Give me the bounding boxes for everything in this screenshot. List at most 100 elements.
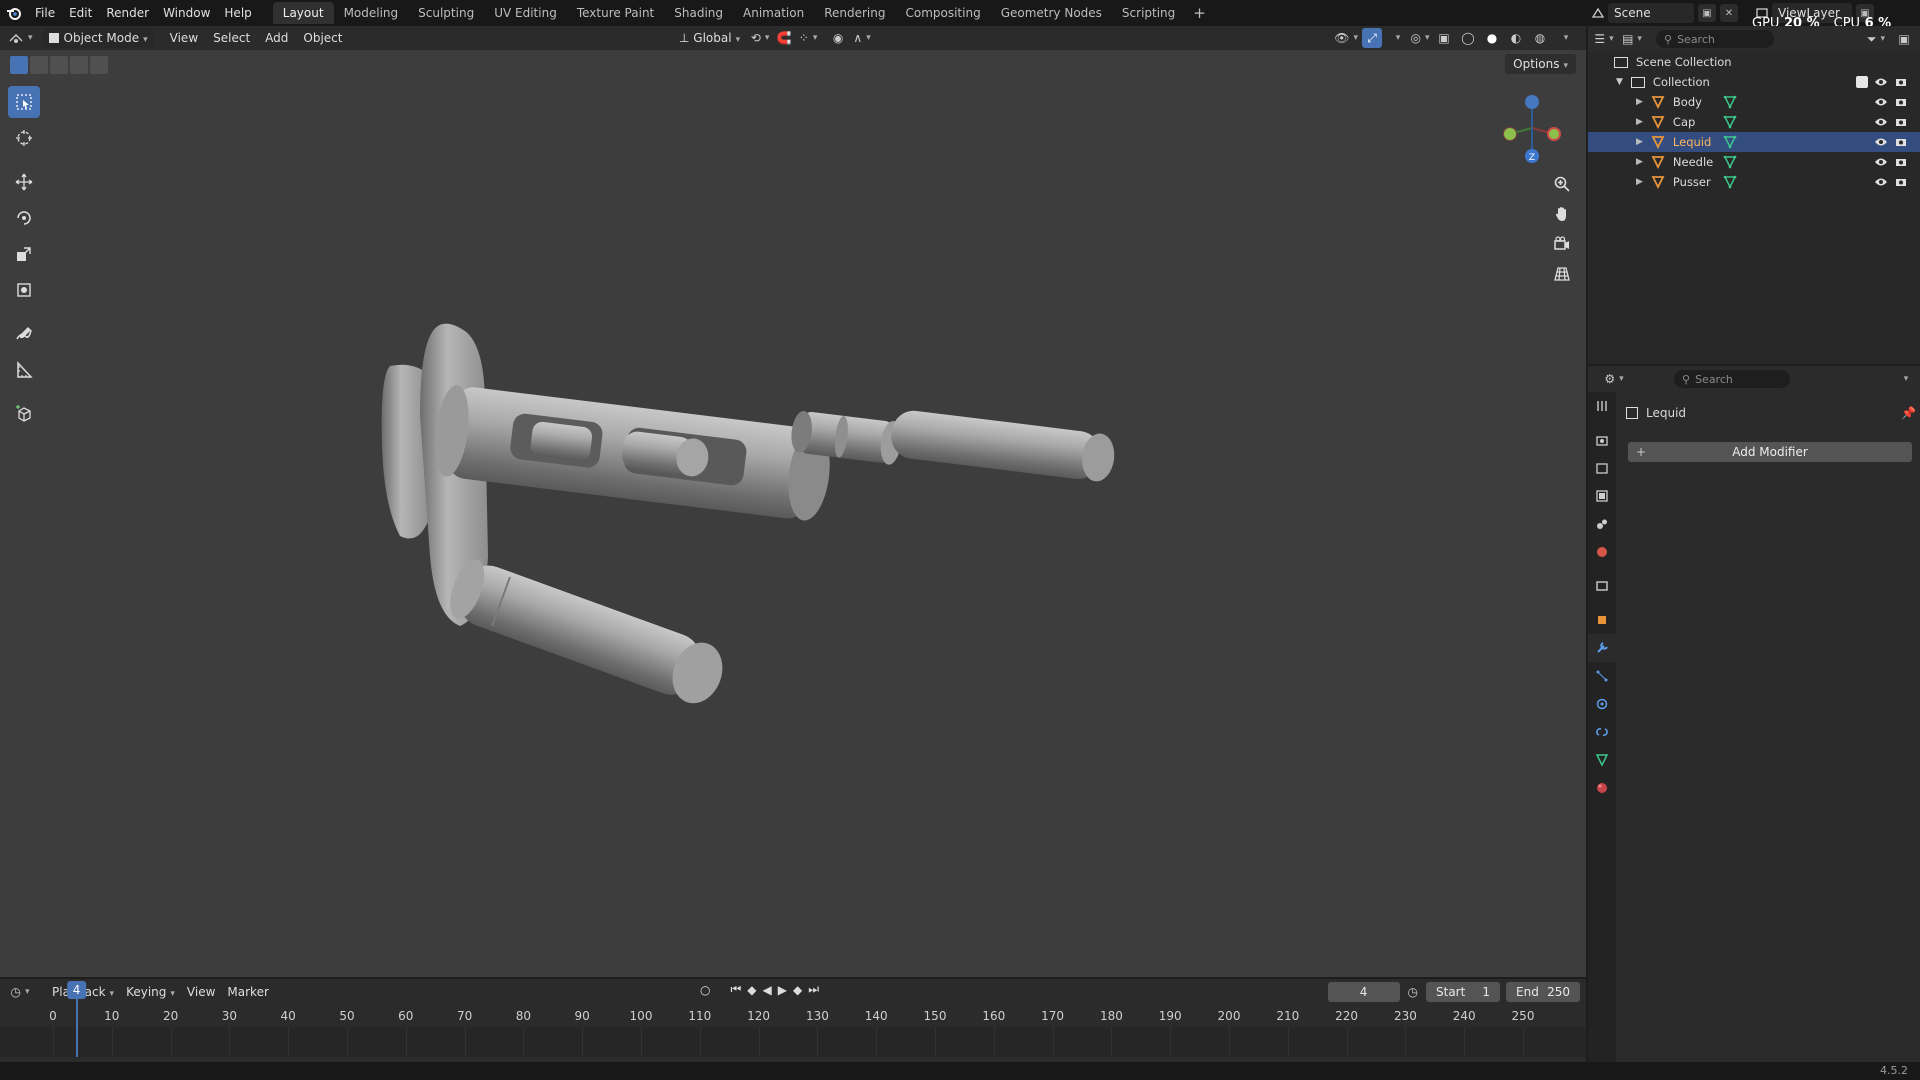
zoom-icon[interactable] xyxy=(1548,170,1576,198)
cursor-tool-icon[interactable] xyxy=(8,122,40,154)
measure-tool-icon[interactable] xyxy=(8,354,40,386)
playhead-frame-label[interactable]: 4 xyxy=(66,981,87,999)
menu-file[interactable]: File xyxy=(28,0,62,26)
3d-viewport[interactable]: ▾ Object Mode ▾ View Select Add Object ⊥ … xyxy=(0,26,1586,977)
menu-keying[interactable]: Keying ▾ xyxy=(120,985,181,999)
snap-icon[interactable]: 🧲 xyxy=(774,28,794,48)
menu-help[interactable]: Help xyxy=(217,0,258,26)
tab-scripting[interactable]: Scripting xyxy=(1112,2,1185,24)
menu-timeline-view[interactable]: View xyxy=(181,985,221,999)
menu-add[interactable]: Add xyxy=(259,28,294,48)
data-tab-icon[interactable] xyxy=(1588,746,1616,774)
perspective-grid-icon[interactable] xyxy=(1548,260,1576,288)
shading-options-icon[interactable]: ▾ xyxy=(1554,28,1574,48)
expand-object-icon[interactable]: ▶ xyxy=(1636,97,1643,107)
camera-view-icon[interactable] xyxy=(1548,230,1576,258)
menu-edit[interactable]: Edit xyxy=(62,0,99,26)
xray-icon[interactable]: ▣ xyxy=(1434,28,1454,48)
object-visibility-eye-icon[interactable] xyxy=(1874,115,1888,129)
tab-texture-paint[interactable]: Texture Paint xyxy=(567,2,664,24)
outliner-object-row[interactable]: ▶ Pusser xyxy=(1588,172,1920,192)
expand-object-icon[interactable]: ▶ xyxy=(1636,117,1643,127)
select-invert-icon[interactable] xyxy=(70,56,88,74)
mesh-data-icon[interactable] xyxy=(1723,95,1737,109)
use-preview-range-icon[interactable]: ◷ xyxy=(1408,985,1418,999)
tab-shading[interactable]: Shading xyxy=(664,2,733,24)
outliner-object-row[interactable]: ▶ Body xyxy=(1588,92,1920,112)
menu-marker[interactable]: Marker xyxy=(221,985,274,999)
new-scene-icon[interactable]: ▣ xyxy=(1698,4,1716,22)
material-shading-icon[interactable]: ◐ xyxy=(1506,28,1526,48)
select-box-tool-icon[interactable] xyxy=(8,86,40,118)
view-layer-tab-icon[interactable] xyxy=(1588,482,1616,510)
object-render-camera-icon[interactable] xyxy=(1894,115,1908,129)
overlays-icon[interactable]: ◎ ▾ xyxy=(1410,28,1430,48)
filter-icon[interactable]: ⏷ ▾ xyxy=(1866,29,1886,49)
physics-tab-icon[interactable] xyxy=(1588,690,1616,718)
auto-keying-icon[interactable]: ○ xyxy=(700,983,710,997)
play-icon[interactable]: ▶ xyxy=(778,983,787,997)
object-visibility-eye-icon[interactable] xyxy=(1874,155,1888,169)
outliner-collection[interactable]: ▼ Collection xyxy=(1588,72,1920,92)
add-modifier-button[interactable]: + Add Modifier xyxy=(1628,442,1912,462)
mesh-data-icon[interactable] xyxy=(1723,155,1737,169)
new-collection-icon[interactable]: ▣ xyxy=(1894,29,1914,49)
object-render-camera-icon[interactable] xyxy=(1894,135,1908,149)
object-visibility-eye-icon[interactable] xyxy=(1874,135,1888,149)
solid-shading-icon[interactable]: ● xyxy=(1482,28,1502,48)
wireframe-shading-icon[interactable]: ◯ xyxy=(1458,28,1478,48)
outliner-editor[interactable]: ☰ ▾ ▤ ▾ ⚲ Search ⏷ ▾ ▣ Scene Collection ▼ Co… xyxy=(1588,26,1920,364)
particles-tab-icon[interactable] xyxy=(1588,662,1616,690)
viewport-options-dropdown[interactable]: Options ▾ xyxy=(1505,54,1576,74)
mesh-data-icon[interactable] xyxy=(1723,135,1737,149)
navigation-gizmo[interactable]: Z xyxy=(1490,84,1570,164)
expand-object-icon[interactable]: ▶ xyxy=(1636,157,1643,167)
delete-scene-icon[interactable]: ✕ xyxy=(1720,4,1738,22)
mesh-data-icon[interactable] xyxy=(1723,115,1737,129)
collection-visibility-eye-icon[interactable] xyxy=(1874,75,1888,89)
object-visibility-eye-icon[interactable] xyxy=(1874,175,1888,189)
scene-icon[interactable] xyxy=(1588,3,1608,23)
keyframe-track[interactable] xyxy=(0,1027,1586,1057)
scene-tab-icon[interactable] xyxy=(1588,510,1616,538)
annotate-tool-icon[interactable] xyxy=(8,318,40,350)
properties-editor[interactable]: ⚙ ▾ ⚲ Search ▾ Lequid 📌 + Add Modifier xyxy=(1588,366,1920,1062)
jump-to-start-icon[interactable]: ⏮ xyxy=(730,982,741,997)
properties-editor-type-icon[interactable]: ⚙ ▾ xyxy=(1604,369,1624,389)
timeline-editor[interactable]: ◷▾ Playback▾ Keying▾ View Marker ○ ⏮ ◆ ◀… xyxy=(0,979,1586,1062)
tab-geometry-nodes[interactable]: Geometry Nodes xyxy=(991,2,1112,24)
add-workspace-button[interactable]: + xyxy=(1185,4,1214,22)
select-new-icon[interactable] xyxy=(10,56,28,74)
properties-options-icon[interactable]: ▾ xyxy=(1894,369,1914,389)
expand-object-icon[interactable]: ▶ xyxy=(1636,137,1643,147)
jump-to-end-icon[interactable]: ⏭ xyxy=(808,982,819,997)
outliner-scene-collection[interactable]: Scene Collection xyxy=(1588,52,1920,72)
current-frame-field[interactable]: 4 xyxy=(1327,982,1400,1002)
rendered-shading-icon[interactable]: ◍ xyxy=(1530,28,1550,48)
gizmo-y-positive-handle[interactable] xyxy=(1525,95,1539,109)
constraints-tab-icon[interactable] xyxy=(1588,718,1616,746)
object-render-camera-icon[interactable] xyxy=(1894,155,1908,169)
output-tab-icon[interactable] xyxy=(1588,454,1616,482)
transform-orientation-dropdown[interactable]: ⊥ Global ▾ xyxy=(673,28,746,48)
tab-sculpting[interactable]: Sculpting xyxy=(408,2,484,24)
transform-tool-icon[interactable] xyxy=(8,274,40,306)
collapse-collection-icon[interactable]: ▼ xyxy=(1616,77,1623,87)
select-subtract-icon[interactable] xyxy=(50,56,68,74)
object-visibility-eye-icon[interactable] xyxy=(1874,95,1888,109)
menu-select[interactable]: Select xyxy=(207,28,256,48)
outliner-object-row[interactable]: ▶ Needle xyxy=(1588,152,1920,172)
scale-tool-icon[interactable] xyxy=(8,238,40,270)
menu-view[interactable]: View xyxy=(164,28,204,48)
tab-layout[interactable]: Layout xyxy=(272,2,334,24)
syringe-model[interactable] xyxy=(360,296,1140,796)
outliner-object-row[interactable]: ▶ Cap xyxy=(1588,112,1920,132)
menu-window[interactable]: Window xyxy=(156,0,217,26)
tab-modeling[interactable]: Modeling xyxy=(334,2,409,24)
tab-rendering[interactable]: Rendering xyxy=(814,2,895,24)
pin-icon[interactable]: 📌 xyxy=(1901,406,1916,420)
add-cube-tool-icon[interactable] xyxy=(8,398,40,430)
display-mode-icon[interactable]: ▤ ▾ xyxy=(1622,29,1642,49)
mesh-data-icon[interactable] xyxy=(1723,175,1737,189)
menu-object[interactable]: Object xyxy=(297,28,348,48)
